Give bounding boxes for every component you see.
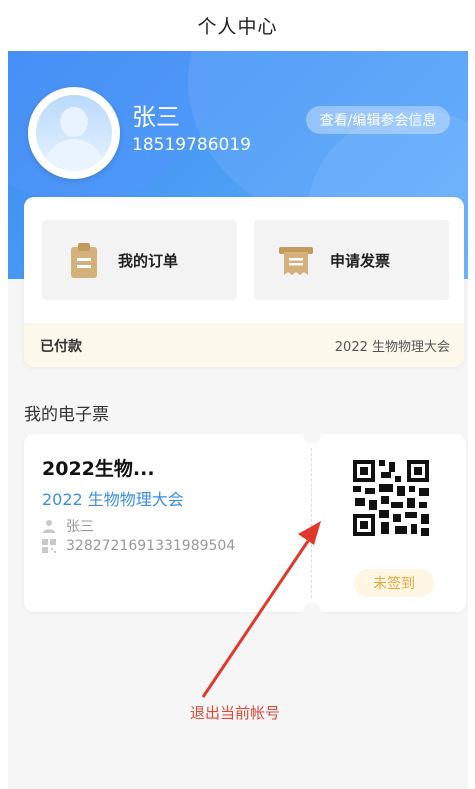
checkin-status-badge[interactable]: 未签到	[354, 569, 434, 597]
request-invoice-button[interactable]: 申请发票	[254, 220, 449, 300]
payment-status-bar[interactable]: 已付款 2022 生物物理大会	[24, 323, 464, 367]
avatar[interactable]	[28, 87, 120, 179]
ticket-notch	[303, 603, 321, 621]
avatar-body	[44, 139, 104, 171]
quick-actions-card: 我的订单 申请发票 已付款 2022 生物物理大会	[24, 197, 464, 367]
ticket-attendee: 张三	[66, 519, 94, 535]
top-bar: 个人中心	[0, 0, 475, 50]
my-orders-label: 我的订单	[118, 251, 179, 270]
ticket-code-row: 3282721691331989504	[42, 538, 235, 554]
page-content: 张三 18519786019 查看/编辑参会信息 我的订单 申请发票 已付款 2…	[8, 51, 468, 789]
user-name: 张三	[132, 103, 180, 131]
payment-event: 2022 生物物理大会	[334, 340, 450, 355]
e-ticket-card[interactable]: 2022生物... 2022 生物物理大会 张三 328272169133198…	[24, 425, 466, 621]
request-invoice-label: 申请发票	[330, 251, 391, 270]
ticket-notch	[303, 425, 321, 443]
page-title: 个人中心	[197, 15, 278, 38]
person-icon	[43, 520, 55, 533]
ticket-event: 2022 生物物理大会	[42, 490, 184, 509]
my-orders-button[interactable]: 我的订单	[42, 220, 237, 300]
receipt-icon	[279, 247, 313, 275]
ticket-code: 3282721691331989504	[66, 538, 236, 554]
ticket-attendee-row: 张三	[42, 516, 94, 536]
edit-info-button[interactable]: 查看/编辑参会信息	[306, 106, 450, 134]
user-phone: 18519786019	[132, 135, 251, 155]
avatar-head	[60, 107, 88, 137]
logout-link[interactable]: 退出当前帐号	[190, 702, 280, 723]
qrcode-icon	[42, 539, 56, 553]
clipboard-icon	[71, 243, 97, 278]
avatar-image	[36, 95, 112, 171]
ticket-divider	[311, 448, 312, 598]
qr-code[interactable]	[351, 458, 431, 538]
ticket-title: 2022生物...	[42, 458, 155, 480]
tickets-section-title: 我的电子票	[24, 405, 109, 425]
payment-status: 已付款	[40, 339, 82, 355]
